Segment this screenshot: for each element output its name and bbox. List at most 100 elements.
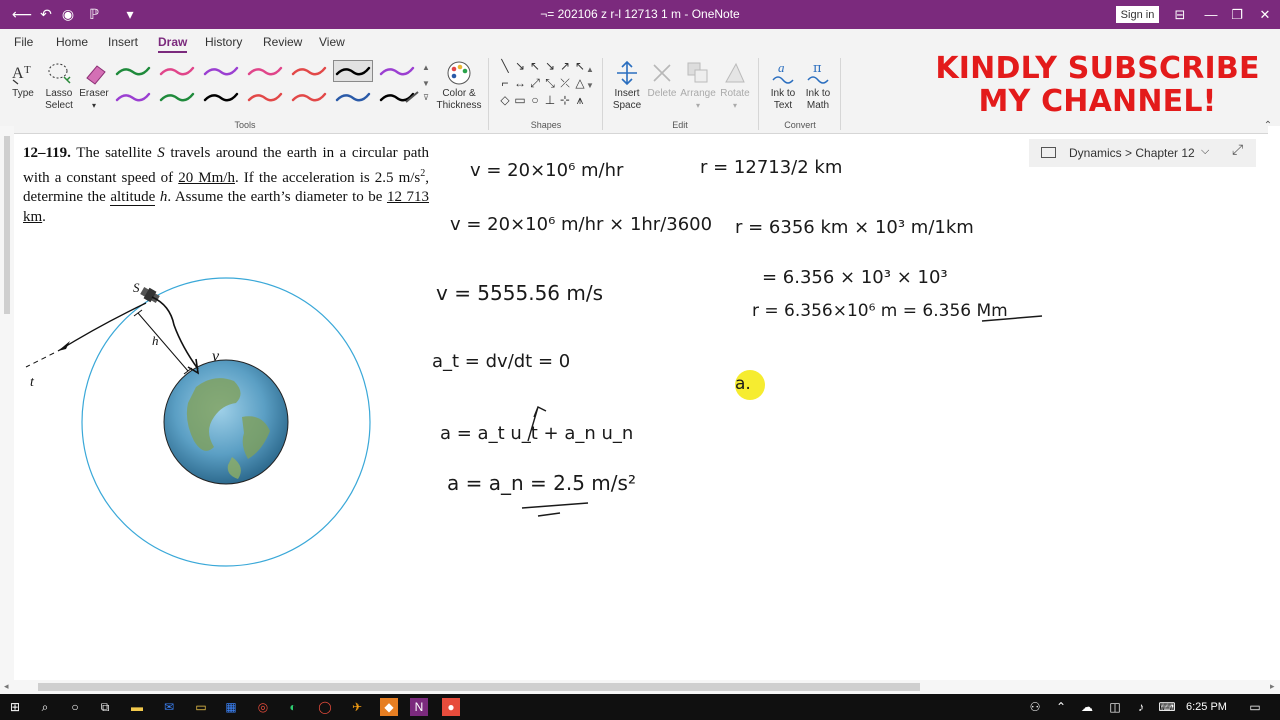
notifications-icon[interactable]: ▭ <box>1246 698 1264 716</box>
chrome-icon[interactable]: ◎ <box>254 698 272 716</box>
pen-swatch[interactable] <box>245 86 285 108</box>
tab-view[interactable]: View <box>319 35 345 49</box>
shape-option[interactable]: △ <box>571 75 589 91</box>
horizontal-scroll-thumb[interactable] <box>38 683 920 691</box>
shape-option[interactable]: ↖ <box>571 58 589 74</box>
color-thickness-button[interactable]: Color & Thickness <box>436 60 482 112</box>
pen-swatch[interactable] <box>201 86 241 108</box>
label-s: S <box>133 280 140 295</box>
ink-stroke <box>151 296 199 370</box>
tab-draw[interactable]: Draw <box>158 35 188 53</box>
pen-swatch[interactable] <box>377 60 417 82</box>
shape-option[interactable]: ⩚ <box>571 92 589 108</box>
arrange-dropdown-icon[interactable]: ▾ <box>678 100 718 112</box>
tray-arrow-icon[interactable]: ⌃ <box>1052 698 1070 716</box>
app-icon[interactable]: ◆ <box>380 698 398 716</box>
horizontal-scrollbar[interactable]: ◂ ▸ <box>0 680 1280 694</box>
subscribe-overlay: KINDLY SUBSCRIBE MY CHANNEL! <box>930 52 1265 118</box>
subscribe-line-2: MY CHANNEL! <box>978 84 1217 119</box>
separator <box>758 58 759 130</box>
scroll-right-icon[interactable]: ▸ <box>1270 681 1275 692</box>
store-icon[interactable]: ▦ <box>222 698 240 716</box>
ink-to-text-label: Ink to Text <box>770 88 796 111</box>
insert-space-icon <box>617 60 637 86</box>
people-icon[interactable]: ⚇ <box>1026 698 1044 716</box>
delete-button[interactable]: Delete <box>646 60 678 100</box>
edit-group-label: Edit <box>672 120 688 130</box>
underline-an <box>521 502 589 509</box>
sign-in-button[interactable]: Sign in <box>1116 6 1159 23</box>
tab-home[interactable]: Home <box>56 35 88 49</box>
file-explorer-icon[interactable]: ▬ <box>128 698 146 716</box>
ink-to-math-icon: π <box>807 61 829 84</box>
tab-review[interactable]: Review <box>263 35 302 49</box>
delete-icon <box>653 64 671 82</box>
pen-swatch[interactable] <box>245 60 285 82</box>
network-icon[interactable]: ◫ <box>1106 698 1124 716</box>
type-label: Type <box>12 88 34 99</box>
convert-group-label: Convert <box>784 120 816 130</box>
pen-swatch[interactable] <box>113 60 153 82</box>
task-view-icon[interactable]: ⧉ <box>96 698 114 716</box>
pen-swatch[interactable] <box>333 60 373 82</box>
type-button[interactable]: AT Type <box>8 60 38 100</box>
app-icon[interactable]: ✈ <box>348 698 366 716</box>
arrange-button[interactable]: Arrange ▾ <box>678 60 718 112</box>
tab-file[interactable]: File <box>14 35 33 49</box>
tab-insert[interactable]: Insert <box>108 35 138 49</box>
pen-swatch[interactable] <box>333 86 373 108</box>
keyboard-icon[interactable]: ⌨ <box>1158 698 1176 716</box>
subscribe-line-1: KINDLY SUBSCRIBE <box>935 51 1260 86</box>
note-v3: v = 5555.56 m/s <box>436 281 603 305</box>
pen-swatch[interactable] <box>157 60 197 82</box>
arrange-icon <box>687 62 708 83</box>
pen-swatch[interactable] <box>289 60 329 82</box>
eraser-button[interactable]: Eraser ▾ <box>78 60 110 112</box>
eraser-dropdown-icon[interactable]: ▾ <box>78 100 110 112</box>
arrange-label: Arrange <box>680 88 716 99</box>
separator <box>488 58 489 130</box>
pen-swatch[interactable] <box>289 86 329 108</box>
pen-swatch[interactable] <box>157 86 197 108</box>
lasso-select-button[interactable]: Lasso Select <box>42 60 76 112</box>
opera-icon[interactable]: ◯ <box>316 698 334 716</box>
ribbon-display-icon[interactable]: ⊟ <box>1165 0 1195 29</box>
rotate-button[interactable]: Rotate ▾ <box>718 60 752 112</box>
cortana-icon[interactable]: ○ <box>66 698 84 716</box>
satellite-figure: S h v t <box>25 277 371 567</box>
label-t: t <box>30 375 35 390</box>
clock[interactable]: 6:25 PM <box>1186 701 1227 713</box>
pen-gallery-scroll-up[interactable]: ▲ <box>420 62 432 74</box>
color-thickness-label: Color & Thickness <box>436 88 482 111</box>
pen-swatch[interactable] <box>201 60 241 82</box>
type-icon: AT <box>12 64 31 85</box>
pen-swatch[interactable] <box>113 86 153 108</box>
tab-history[interactable]: History <box>205 35 242 49</box>
edge-icon[interactable]: ◐ <box>284 698 302 716</box>
right-scrollbar[interactable] <box>1268 126 1280 680</box>
ink-to-math-button[interactable]: π Ink to Math <box>802 60 834 112</box>
start-icon[interactable]: ⊞ <box>6 698 24 716</box>
rotate-icon <box>725 62 745 83</box>
recorder-icon[interactable]: ● <box>442 698 460 716</box>
volume-icon[interactable]: ♪ <box>1132 698 1150 716</box>
note-an: a = a_n = 2.5 m/s² <box>447 471 636 495</box>
onedrive-icon[interactable]: ☁ <box>1078 698 1096 716</box>
vertical-scroll-thumb[interactable] <box>4 136 10 314</box>
rotate-dropdown-icon[interactable]: ▾ <box>718 100 752 112</box>
close-button[interactable]: ✕ <box>1250 0 1280 29</box>
pencil-swatch[interactable] <box>392 86 432 108</box>
svg-text:π: π <box>813 61 822 76</box>
restore-button[interactable]: ❐ <box>1222 0 1252 29</box>
note-page[interactable]: 12–119. The satellite S travels around t… <box>0 135 1280 680</box>
scroll-left-icon[interactable]: ◂ <box>4 681 9 692</box>
folder-icon[interactable]: ▭ <box>192 698 210 716</box>
insert-space-button[interactable]: Insert Space <box>608 60 646 112</box>
ink-to-text-button[interactable]: a Ink to Text <box>764 60 802 112</box>
search-icon[interactable]: ⌕ <box>36 698 54 716</box>
tools-group-label: Tools <box>234 120 256 130</box>
mail-icon[interactable]: ✉ <box>160 698 178 716</box>
vertical-scrollbar[interactable] <box>0 126 14 680</box>
onenote-icon[interactable]: N <box>410 698 428 716</box>
window-title: ¬= 202106 z r-l 12713 1 m - OneNote <box>540 7 740 21</box>
